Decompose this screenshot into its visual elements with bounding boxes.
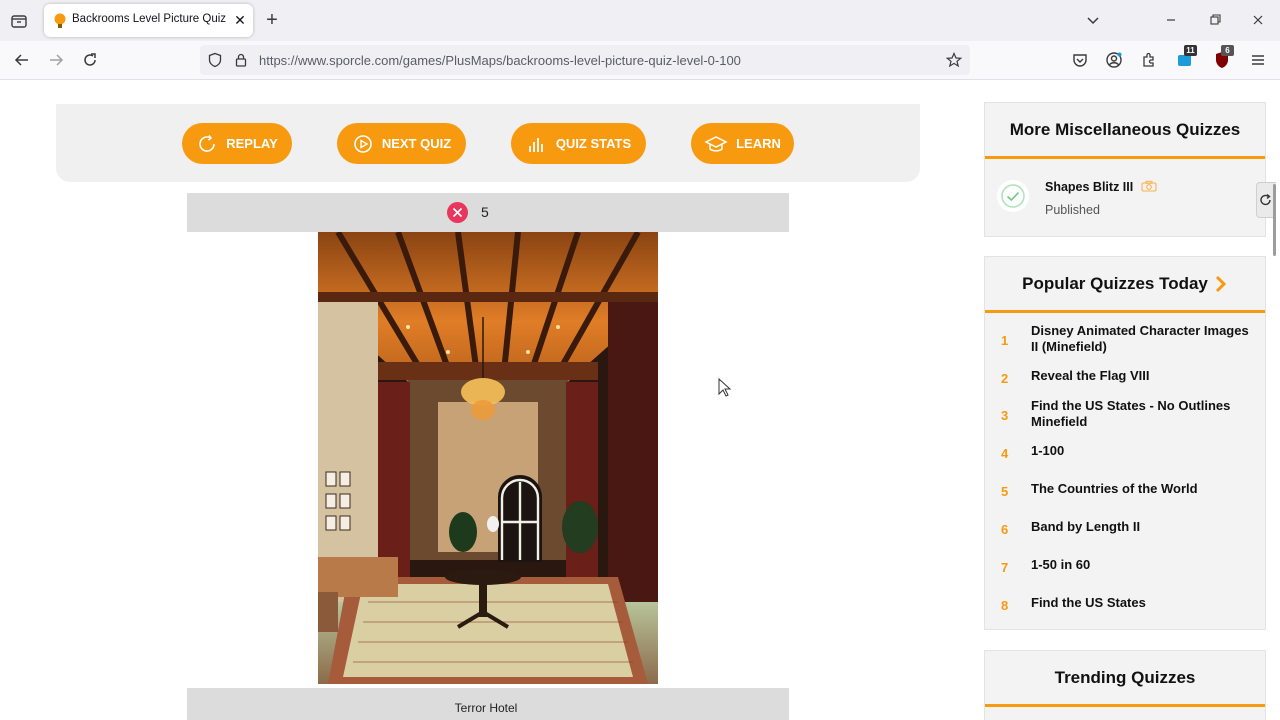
wrong-answers-bar: 5 — [187, 193, 789, 232]
close-window-icon[interactable] — [1248, 10, 1268, 30]
tracking-shield-icon[interactable] — [207, 52, 223, 68]
popular-quiz-rank: 6 — [1001, 522, 1009, 537]
popular-quiz-rank: 7 — [1001, 560, 1009, 575]
popular-quiz-rank: 8 — [1001, 598, 1009, 613]
bar-chart-icon — [528, 137, 543, 152]
popular-quiz-rank: 1 — [1001, 333, 1009, 348]
popular-quizzes-heading[interactable]: Popular Quizzes Today — [985, 257, 1265, 313]
forward-icon[interactable] — [45, 49, 67, 71]
popular-quizzes-box: Popular Quizzes Today 1 Disney Animated C… — [984, 256, 1266, 630]
misc-quiz-title[interactable]: Shapes Blitz III — [1045, 180, 1157, 194]
lock-icon[interactable] — [233, 52, 249, 68]
page-content: REPLAY NEXT QUIZ QUIZ STATS LEARN 5 Terr… — [0, 80, 1280, 720]
trending-quizzes-box: Trending Quizzes — [984, 650, 1266, 720]
popular-quiz-title: 1-100 — [1031, 443, 1065, 458]
navigation-bar: https://www.sporcle.com/games/PlusMaps/b… — [0, 41, 1280, 80]
popular-quiz-rank: 5 — [1001, 484, 1009, 499]
extensions-puzzle-icon[interactable] — [1139, 50, 1159, 70]
popular-quiz-item[interactable]: 7 1-50 in 60 — [985, 557, 1265, 595]
misc-quiz-status: Published — [1045, 203, 1100, 217]
bookmark-star-icon[interactable] — [945, 52, 963, 68]
trending-quizzes-heading: Trending Quizzes — [985, 651, 1265, 707]
wrong-count: 5 — [481, 204, 489, 220]
back-icon[interactable] — [11, 49, 33, 71]
graduation-cap-icon — [704, 135, 728, 152]
account-icon[interactable] — [1104, 50, 1124, 70]
popular-quiz-title: Reveal the Flag VIII — [1031, 368, 1150, 383]
quiz-stats-label: QUIZ STATS — [555, 136, 632, 151]
browser-window: Backrooms Level Picture Quiz (L ✕ + http… — [0, 0, 1280, 720]
popular-quiz-item[interactable]: 3 Find the US States - No Outlines Minefi… — [985, 398, 1265, 443]
popular-quiz-item[interactable]: 4 1-100 — [985, 443, 1265, 481]
page-scrollbar[interactable] — [1273, 184, 1276, 256]
popular-quiz-title: Find the US States — [1031, 595, 1146, 610]
quiz-picture — [318, 232, 658, 684]
popular-quiz-title: Band by Length II — [1031, 519, 1141, 534]
check-circle-icon — [997, 180, 1029, 212]
popular-quiz-rank: 3 — [1001, 408, 1009, 423]
scrolled-stats-row — [0, 80, 960, 90]
popular-quiz-item[interactable]: 6 Band by Length II — [985, 519, 1265, 557]
new-tab-icon[interactable]: + — [262, 10, 282, 30]
reload-icon[interactable] — [79, 49, 101, 71]
popular-quiz-title: Disney Animated Character Images II (Min… — [1031, 323, 1249, 354]
extension-badge: 11 — [1184, 45, 1197, 56]
ublock-shield-icon[interactable]: 6 — [1212, 45, 1234, 70]
popular-quiz-rank: 4 — [1001, 446, 1009, 461]
tab-bar: Backrooms Level Picture Quiz (L ✕ + — [0, 0, 1280, 41]
replay-button[interactable]: REPLAY — [182, 123, 292, 164]
misc-quiz-item[interactable]: Shapes Blitz III Published — [985, 159, 1265, 231]
active-tab[interactable]: Backrooms Level Picture Quiz (L ✕ — [44, 4, 253, 37]
sporcle-favicon-icon — [53, 13, 67, 29]
chevron-right-icon — [1215, 275, 1227, 292]
address-bar[interactable]: https://www.sporcle.com/games/PlusMaps/b… — [200, 45, 970, 75]
tab-list-icon[interactable] — [8, 10, 30, 32]
popular-quiz-rank: 2 — [1001, 371, 1009, 386]
minimize-icon[interactable] — [1161, 10, 1181, 30]
wrong-x-circle-icon — [447, 202, 468, 223]
quiz-stats-button[interactable]: QUIZ STATS — [511, 123, 646, 164]
popular-quiz-title: 1-50 in 60 — [1031, 557, 1091, 572]
popular-quizzes-list: 1 Disney Animated Character Images II (Mi… — [985, 313, 1265, 625]
replay-icon — [199, 134, 216, 152]
answer-text: Terror Hotel — [454, 701, 518, 715]
extension-badge: 6 — [1221, 45, 1234, 56]
popular-quiz-item[interactable]: 5 The Countries of the World — [985, 481, 1265, 519]
mouse-cursor-icon — [718, 377, 732, 398]
popular-quiz-title: Find the US States - No Outlines Minefie… — [1031, 398, 1231, 429]
play-circle-icon — [354, 134, 372, 153]
more-miscellaneous-box: More Miscellaneous Quizzes Shapes Blitz … — [984, 102, 1266, 237]
restore-icon[interactable] — [1205, 10, 1225, 30]
next-quiz-label: NEXT QUIZ — [381, 136, 452, 151]
more-miscellaneous-heading: More Miscellaneous Quizzes — [985, 103, 1265, 159]
popular-quiz-title: The Countries of the World — [1031, 481, 1198, 496]
replay-label: REPLAY — [226, 136, 278, 151]
quiz-action-panel: REPLAY NEXT QUIZ QUIZ STATS LEARN — [56, 104, 920, 182]
tab-overflow-chevron-icon[interactable] — [1083, 10, 1103, 30]
learn-button[interactable]: LEARN — [691, 123, 794, 164]
pocket-icon[interactable] — [1070, 50, 1090, 70]
camera-icon — [1141, 180, 1157, 192]
hamburger-menu-icon[interactable] — [1248, 50, 1268, 70]
learn-label: LEARN — [736, 136, 781, 151]
answer-bar: Terror Hotel — [187, 688, 789, 720]
tab-close-icon[interactable]: ✕ — [232, 12, 248, 28]
extension-translate-icon[interactable]: 11 — [1175, 45, 1197, 70]
popular-quiz-item[interactable]: 2 Reveal the Flag VIII — [985, 368, 1265, 398]
next-quiz-button[interactable]: NEXT QUIZ — [337, 123, 466, 164]
popular-quiz-item[interactable]: 8 Find the US States — [985, 595, 1265, 625]
url-text: https://www.sporcle.com/games/PlusMaps/b… — [259, 53, 741, 68]
popular-quiz-item[interactable]: 1 Disney Animated Character Images II (Mi… — [985, 323, 1265, 368]
tab-title: Backrooms Level Picture Quiz (L — [72, 13, 228, 25]
